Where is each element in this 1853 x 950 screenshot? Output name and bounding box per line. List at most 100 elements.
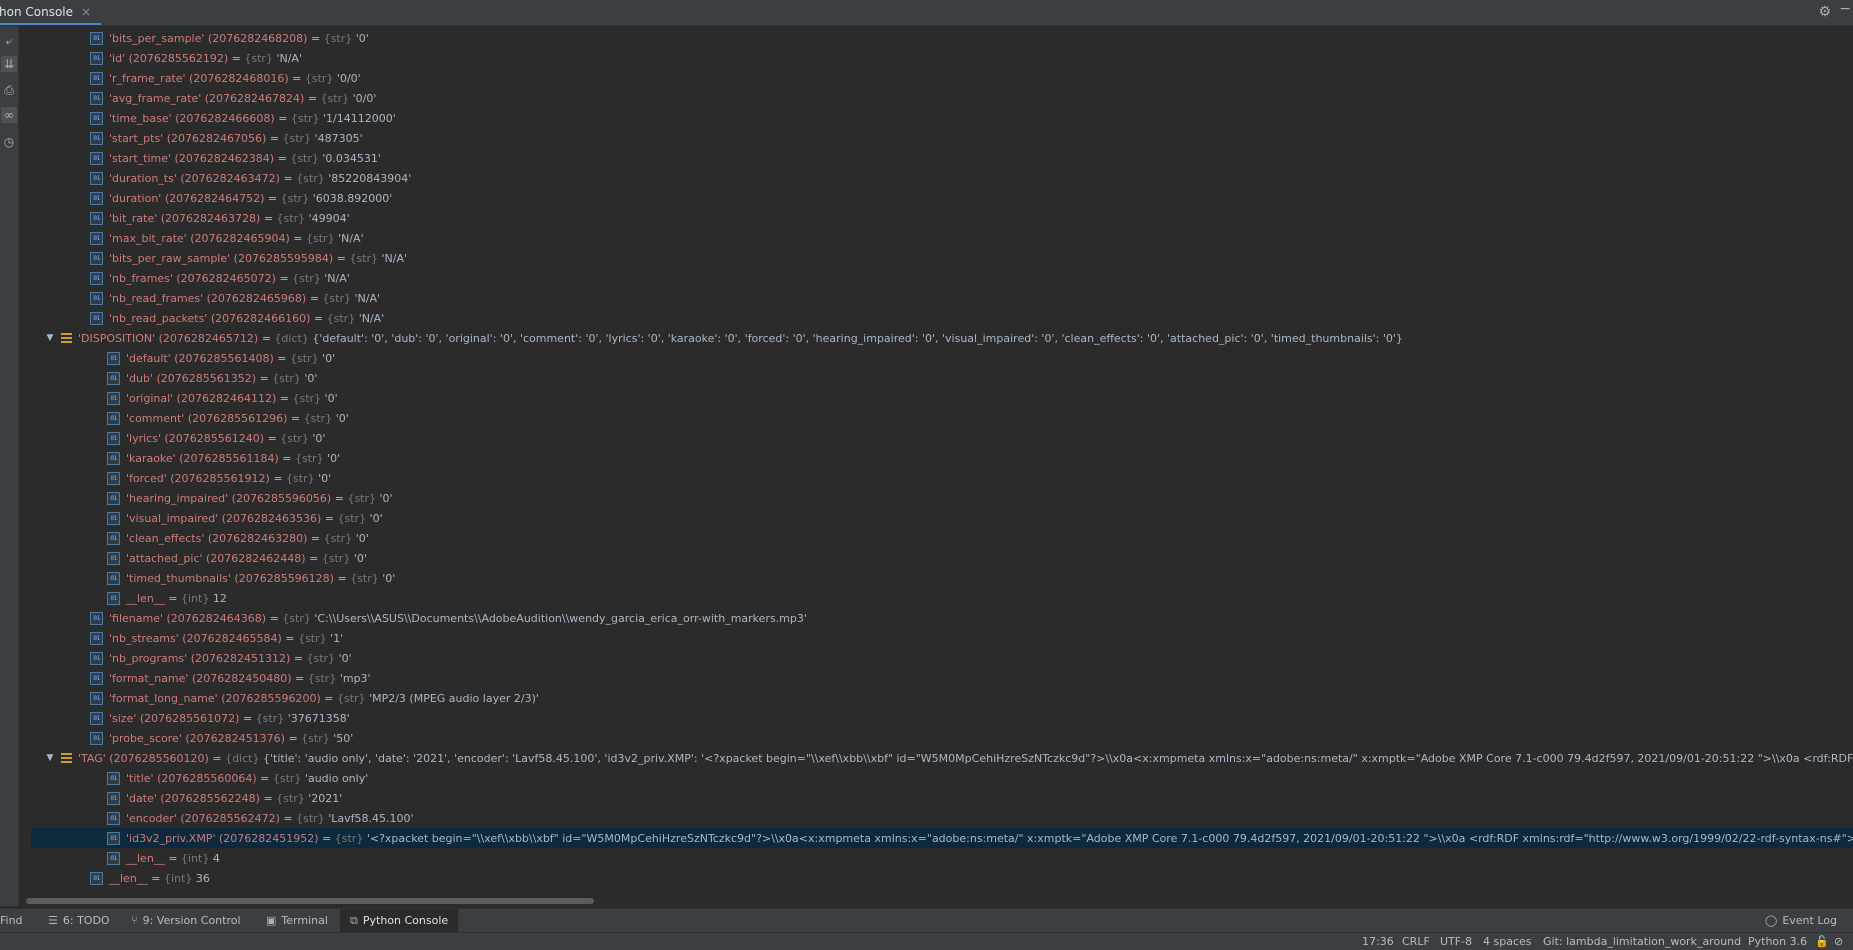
tree-node[interactable]: 01 'encoder' (2076285562472) = {str} 'Lav… bbox=[31, 808, 1853, 828]
tree-node[interactable]: 01 'visual_impaired' (2076282463536) = {s… bbox=[31, 508, 1853, 528]
tree-node[interactable]: 01 'max_bit_rate' (2076282465904) = {str}… bbox=[31, 228, 1853, 248]
tree-node[interactable]: 01 'nb_read_packets' (2076282466160) = {s… bbox=[31, 308, 1853, 328]
tree-node[interactable]: 01 'forced' (2076285561912) = {str} '0' bbox=[31, 468, 1853, 488]
tree-node[interactable]: 01 'nb_streams' (2076282465584) = {str} '… bbox=[31, 628, 1853, 648]
var-id: (2076285562248) bbox=[160, 791, 260, 805]
var-type: {str} bbox=[286, 471, 315, 485]
tree-node[interactable]: 01 'date' (2076285562248) = {str} '2021' bbox=[31, 788, 1853, 808]
tree-node[interactable]: 01 'avg_frame_rate' (2076282467824) = {st… bbox=[31, 88, 1853, 108]
tree-node-dict[interactable]: ▼ 'TAG' (2076285560120) = {dict} {'title'… bbox=[31, 748, 1853, 768]
tree-node[interactable]: 01'duration_ts' (2076282463472) = {str} … bbox=[31, 168, 1853, 188]
tree-node[interactable]: 01 'format_long_name' (2076285596200) = {… bbox=[31, 688, 1853, 708]
tree-node[interactable]: 01 'start_time' (2076282462384) = {str} '… bbox=[31, 148, 1853, 168]
indent-setting[interactable]: 4 spaces bbox=[1483, 933, 1532, 950]
var-type: {str} bbox=[304, 71, 334, 85]
var-type: {str} bbox=[350, 571, 379, 585]
var-key: 'duration' bbox=[109, 191, 162, 205]
caret-position[interactable]: 17:36 bbox=[1362, 933, 1394, 950]
var-value: '0.034531' bbox=[322, 151, 381, 165]
print-icon[interactable]: ⎙ bbox=[1, 82, 17, 98]
var-type: {str} bbox=[303, 411, 333, 425]
var-id: (2076282451376) bbox=[185, 731, 285, 745]
tree-node[interactable]: 01 'original' (2076282464112) = {str} '0' bbox=[31, 388, 1853, 408]
tree-node[interactable]: 01 'title' (2076285560064) = {str} 'audio… bbox=[31, 768, 1853, 788]
var-id: (2076282468208) bbox=[207, 31, 308, 45]
var-id: (2076282462384) bbox=[174, 151, 275, 165]
equals-sign: = bbox=[309, 291, 323, 305]
expand-arrow-icon[interactable]: ▼ bbox=[44, 333, 56, 343]
var-type: {str} bbox=[349, 251, 379, 265]
tree-node[interactable]: 01 'size' (2076285561072) = {str} '376713… bbox=[31, 708, 1853, 728]
soft-wrap-icon[interactable]: ⤶ bbox=[1, 33, 17, 49]
tree-node[interactable]: 01'probe_score' (2076282451376) = {str} … bbox=[31, 728, 1853, 748]
file-encoding[interactable]: UTF-8 bbox=[1440, 933, 1472, 950]
var-type: {int} bbox=[164, 871, 193, 885]
tree-node[interactable]: 01 'id' (2076285562192) = {str} 'N/A' bbox=[31, 48, 1853, 68]
tree-node[interactable]: 01 __len__ = {int} 12 bbox=[31, 588, 1853, 608]
tool-window-find[interactable]: Find bbox=[0, 909, 23, 932]
python-interpreter[interactable]: Python 3.6 bbox=[1748, 933, 1807, 950]
tree-node[interactable]: 01 'comment' (2076285561296) = {str} '0' bbox=[31, 408, 1853, 428]
tree-node[interactable]: 01 'id3v2_priv.XMP' (2076282451952) = {st… bbox=[31, 828, 1853, 848]
var-id: (2076282463728) bbox=[160, 211, 261, 225]
tree-node[interactable]: 01 'nb_read_frames' (2076282465968) = {st… bbox=[31, 288, 1853, 308]
equals-sign: = bbox=[324, 691, 337, 705]
var-value: '0' bbox=[322, 351, 336, 365]
gear-icon[interactable]: ⚙ bbox=[1818, 4, 1831, 20]
var-type: {str} bbox=[320, 91, 350, 105]
vcs-branch[interactable]: Git: lambda_limitation_work_around bbox=[1543, 933, 1741, 950]
tool-window-event-log[interactable]: ◯ Event Log bbox=[1765, 909, 1837, 932]
tool-window-terminal[interactable]: ▣ Terminal bbox=[266, 909, 328, 932]
tree-node[interactable]: 01'nb_programs' (2076282451312) = {str} … bbox=[31, 648, 1853, 668]
tree-node-dict[interactable]: ▼ 'DISPOSITION' (2076282465712) = {dict} … bbox=[31, 328, 1853, 348]
tree-node[interactable]: 01 'r_frame_rate' (2076282468016) = {str}… bbox=[31, 68, 1853, 88]
tree-node[interactable]: 01 'hearing_impaired' (2076285596056) = {… bbox=[31, 488, 1853, 508]
expand-arrow-icon[interactable]: ▼ bbox=[44, 753, 56, 763]
tree-node[interactable]: 01'bits_per_raw_sample' (2076285595984) … bbox=[31, 248, 1853, 268]
close-icon[interactable]: × bbox=[81, 5, 91, 19]
var-type: {str} bbox=[323, 531, 353, 545]
var-key: 'DISPOSITION' bbox=[78, 331, 156, 345]
horizontal-scrollbar[interactable] bbox=[26, 898, 1853, 904]
var-value: 36 bbox=[195, 871, 210, 885]
tree-node[interactable]: 01 'attached_pic' (2076282462448) = {str}… bbox=[31, 548, 1853, 568]
line-separator[interactable]: CRLF bbox=[1402, 933, 1430, 950]
tree-node[interactable]: 01 'start_pts' (2076282467056) = {str} '4… bbox=[31, 128, 1853, 148]
equals-sign: = bbox=[263, 211, 277, 225]
tree-node[interactable]: 01 'karaoke' (2076285561184) = {str} '0' bbox=[31, 448, 1853, 468]
tree-node[interactable]: 01 __len__ = {int} 36 bbox=[31, 868, 1853, 888]
equals-sign: = bbox=[260, 771, 273, 785]
tree-node[interactable]: 01 'nb_frames' (2076282465072) = {str} 'N… bbox=[31, 268, 1853, 288]
minimize-icon[interactable]: − bbox=[1839, 1, 1851, 17]
tree-node[interactable]: 01'format_name' (2076282450480) = {str} … bbox=[31, 668, 1853, 688]
history-icon[interactable]: ◷ bbox=[1, 134, 17, 150]
event-log-icon: ◯ bbox=[1765, 914, 1778, 927]
var-key: __len__ bbox=[109, 871, 148, 885]
var-id: (2076285596200) bbox=[221, 691, 321, 705]
tool-window-todo[interactable]: ☰ 6: TODO bbox=[48, 909, 110, 932]
tree-node[interactable]: 01 'clean_effects' (2076282463280) = {str… bbox=[31, 528, 1853, 548]
tree-node[interactable]: 01 'dub' (2076285561352) = {str} '0' bbox=[31, 368, 1853, 388]
tree-node[interactable]: 01 __len__ = {int} 4 bbox=[31, 848, 1853, 868]
var-value: {'default': '0', 'dub': '0', 'original':… bbox=[312, 331, 1403, 345]
tool-window-version-control[interactable]: ⑂ 9: Version Control bbox=[131, 909, 241, 932]
lock-icon[interactable]: 🔓 bbox=[1815, 933, 1829, 950]
tree-node[interactable]: 01 'duration' (2076282464752) = {str} '60… bbox=[31, 188, 1853, 208]
var-type: {str} bbox=[336, 691, 366, 705]
value-icon: 01 bbox=[90, 871, 103, 885]
tree-node[interactable]: 01 'bit_rate' (2076282463728) = {str} '49… bbox=[31, 208, 1853, 228]
dict-icon bbox=[61, 752, 72, 764]
inspector-icon[interactable]: ⊘ bbox=[1834, 933, 1843, 950]
scroll-to-end-icon[interactable]: ⇊ bbox=[1, 56, 17, 72]
tree-node[interactable]: 01 'timed_thumbnails' (2076285596128) = {… bbox=[31, 568, 1853, 588]
tree-node[interactable]: 01 'bits_per_sample' (2076282468208) = {s… bbox=[31, 28, 1853, 48]
tool-window-python-console[interactable]: ⧉ Python Console bbox=[340, 909, 459, 932]
tree-node[interactable]: 01 'time_base' (2076282466608) = {str} '1… bbox=[31, 108, 1853, 128]
tree-node[interactable]: 01 'lyrics' (2076285561240) = {str} '0' bbox=[31, 428, 1853, 448]
scrollbar-thumb[interactable] bbox=[26, 898, 594, 904]
tree-node[interactable]: 01 'filename' (2076282464368) = {str} 'C:… bbox=[31, 608, 1853, 628]
python-console-tab[interactable]: hon Console × bbox=[0, 0, 102, 25]
tree-node[interactable]: 01 'default' (2076285561408) = {str} '0' bbox=[31, 348, 1853, 368]
value-icon: 01 bbox=[107, 511, 120, 525]
show-variables-icon[interactable]: ∞ bbox=[1, 107, 17, 123]
